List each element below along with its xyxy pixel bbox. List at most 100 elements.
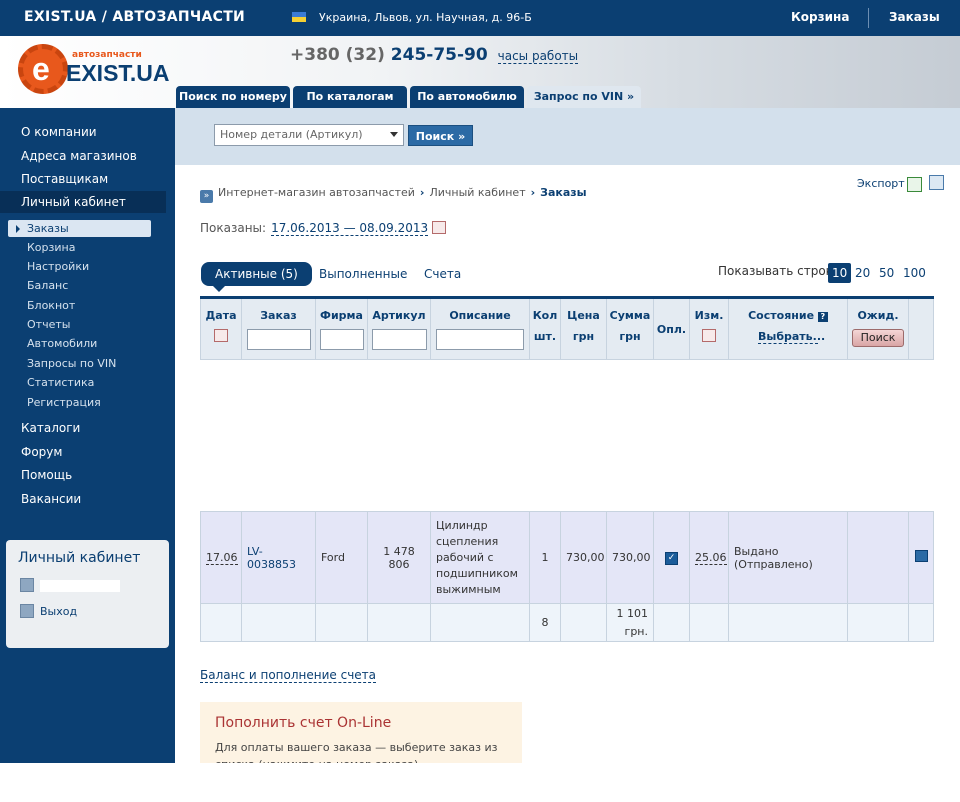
search-button[interactable]: Поиск » — [408, 125, 473, 146]
tab-active-orders[interactable]: Активные (5) — [201, 262, 312, 292]
order-description: Цилиндр сцепления рабочий с подшипником … — [430, 511, 530, 604]
calendar-icon[interactable] — [702, 329, 716, 342]
sidebar-sub-stats[interactable]: Статистика — [27, 376, 94, 389]
th-firm: Фирма — [315, 297, 368, 360]
order-price: 730,00 — [560, 511, 607, 604]
sidebar-sub-orders[interactable]: Заказы — [8, 220, 151, 237]
hours-link[interactable]: часы работы — [497, 49, 579, 64]
online-payment-box: Пополнить счет On-Line Для оплаты вашего… — [200, 702, 522, 763]
divider — [868, 8, 869, 28]
tab-catalogs[interactable]: По каталогам — [293, 86, 407, 108]
filter-search-button[interactable]: Поиск — [852, 329, 904, 347]
total-sum: 1 101 грн. — [606, 603, 654, 642]
gear-logo-icon: e — [18, 44, 68, 94]
online-payment-text: Для оплаты вашего заказа — выберите зака… — [215, 741, 498, 763]
total-qty: 8 — [529, 603, 561, 642]
sidebar: О компании Адреса магазинов Поставщикам … — [0, 108, 175, 763]
sidebar-item-about[interactable]: О компании — [21, 125, 97, 139]
period-range-link[interactable]: 17.06.2013 — 08.09.2013 — [271, 221, 429, 236]
balance-link[interactable]: Баланс и пополнение счета — [200, 668, 377, 683]
cabinet-title: Личный кабинет — [18, 550, 141, 566]
logout-icon[interactable] — [20, 604, 34, 618]
tab-by-car[interactable]: По автомобилю — [410, 86, 524, 108]
sidebar-sub-vin[interactable]: Запросы по VIN — [27, 357, 116, 370]
calendar-icon[interactable] — [214, 329, 228, 342]
sidebar-sub-settings[interactable]: Настройки — [27, 260, 89, 273]
help-icon[interactable]: ? — [817, 312, 828, 322]
order-changed: 25.06 — [695, 551, 727, 565]
rows-per-page: Показывать строк: 10 20 50 100 — [718, 263, 926, 283]
breadcrumb: » Интернет-магазин автозапчастей › Личный к… — [200, 186, 587, 203]
sidebar-item-forum[interactable]: Форум — [21, 445, 62, 459]
cabinet-box: Личный кабинет Выход — [6, 540, 169, 648]
order-firm: Ford — [315, 511, 368, 604]
order-date: 17.06 — [206, 551, 238, 565]
username-field — [40, 580, 120, 592]
tab-completed-orders[interactable]: Выполненные — [319, 262, 407, 286]
order-status: Выдано (Отправлено) — [728, 511, 848, 604]
help-icon[interactable] — [929, 175, 944, 190]
sidebar-item-stores[interactable]: Адреса магазинов — [21, 149, 137, 163]
search-type-select[interactable]: Номер детали (Артикул) — [214, 124, 404, 146]
sidebar-sub-balance[interactable]: Баланс — [27, 279, 68, 292]
brand-link[interactable]: EXIST.UA / АВТОЗАПЧАСТИ — [24, 9, 245, 25]
order-sum: 730,00 — [606, 511, 654, 604]
rows-option-100[interactable]: 100 — [903, 263, 926, 283]
th-qty: Кол шт. — [529, 297, 561, 360]
delivery-icon[interactable] — [914, 550, 928, 562]
sidebar-sub-cart[interactable]: Корзина — [27, 241, 75, 254]
phone: +380 (32) 245-75-90 часы работы — [290, 45, 579, 65]
excel-icon[interactable] — [907, 177, 922, 192]
orders-table: Дата Заказ Фирма Артикул Описание Кол шт.… — [200, 296, 934, 642]
chevron-down-icon — [390, 132, 398, 137]
rows-option-50[interactable]: 50 — [879, 263, 894, 283]
calendar-icon[interactable] — [432, 221, 447, 234]
sidebar-item-catalogs[interactable]: Каталоги — [21, 421, 80, 435]
cart-link[interactable]: Корзина — [791, 10, 849, 24]
tab-vin-request[interactable]: Запрос по VIN » — [527, 86, 641, 108]
ukraine-flag-icon — [292, 12, 306, 22]
sidebar-item-cabinet[interactable]: Личный кабинет — [0, 191, 166, 213]
status-choose-link[interactable]: Выбрать... — [758, 330, 825, 344]
rows-option-10[interactable]: 10 — [828, 263, 852, 283]
breadcrumb-cabinet[interactable]: Личный кабинет — [429, 186, 525, 199]
period: Показаны: 17.06.2013 — 08.09.2013 — [200, 221, 447, 236]
paid-check-icon: ✓ — [665, 552, 678, 565]
article-filter-input[interactable] — [371, 329, 427, 350]
th-article: Артикул — [367, 297, 431, 360]
order-article: 1 478 806 — [367, 511, 431, 604]
th-order: Заказ — [241, 297, 316, 360]
th-paid: Опл. — [653, 297, 690, 360]
sidebar-sub-reports[interactable]: Отчеты — [27, 318, 70, 331]
order-filter-input[interactable] — [246, 329, 311, 350]
order-qty: 1 — [529, 511, 561, 604]
online-payment-title: Пополнить счет On-Line — [215, 715, 392, 731]
sidebar-sub-notepad[interactable]: Блокнот — [27, 299, 75, 312]
export-link[interactable]: Экспорт — [857, 177, 905, 190]
firm-filter-input[interactable] — [319, 329, 364, 350]
user-icon — [20, 578, 34, 592]
th-price: Цена грн — [560, 297, 607, 360]
top-bar: EXIST.UA / АВТОЗАПЧАСТИ Украина, Львов, … — [0, 0, 960, 36]
sidebar-sub-registration[interactable]: Регистрация — [27, 396, 101, 409]
th-status: Состояние ? Выбрать... — [728, 297, 848, 360]
th-sum: Сумма грн — [606, 297, 654, 360]
description-filter-input[interactable] — [436, 329, 524, 350]
th-changed[interactable]: Изм. — [689, 297, 729, 360]
order-number-link[interactable]: LV-0038853 — [247, 545, 296, 571]
orders-link[interactable]: Заказы — [889, 10, 940, 24]
sidebar-item-jobs[interactable]: Вакансии — [21, 492, 81, 506]
logout-link[interactable]: Выход — [40, 605, 77, 618]
th-extra — [908, 297, 934, 360]
tab-invoices[interactable]: Счета — [424, 262, 461, 286]
sidebar-item-help[interactable]: Помощь — [21, 468, 72, 482]
breadcrumb-shop[interactable]: Интернет-магазин автозапчастей — [218, 186, 415, 199]
site-logo[interactable]: e автозапчасти EXIST.UA — [18, 44, 170, 102]
th-expected: Ожид. Поиск — [847, 297, 909, 360]
rows-option-20[interactable]: 20 — [855, 263, 870, 283]
tab-search-by-number[interactable]: Поиск по номеру — [176, 86, 290, 108]
sidebar-item-suppliers[interactable]: Поставщикам — [21, 172, 108, 186]
sidebar-sub-cars[interactable]: Автомобили — [27, 337, 97, 350]
table-row[interactable]: 17.06 LV-0038853 Ford 1 478 806 Цилиндр … — [200, 511, 934, 604]
th-date[interactable]: Дата — [200, 297, 242, 360]
